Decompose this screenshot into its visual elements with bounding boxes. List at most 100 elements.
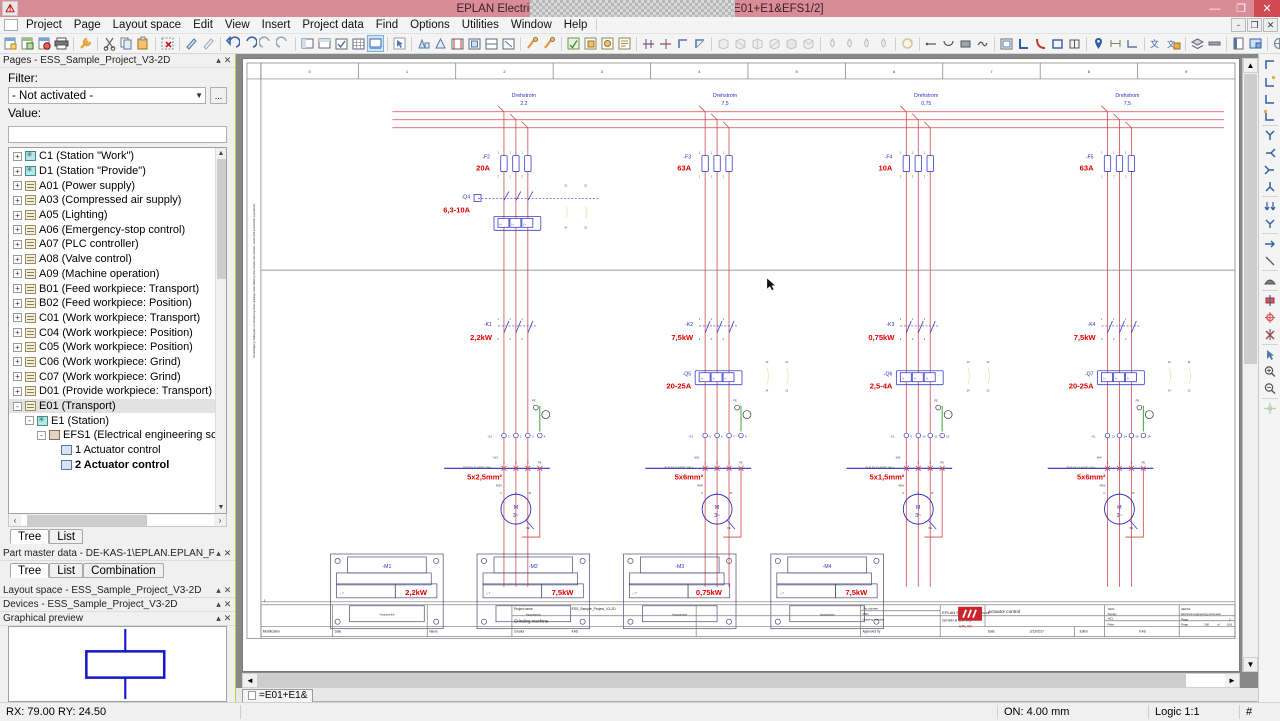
tab-pages-tree[interactable]: Tree — [10, 529, 49, 544]
clear-format-icon[interactable] — [200, 35, 217, 52]
translate-icon[interactable]: 文 — [1148, 35, 1165, 52]
tree-item[interactable]: +D1 (Station "Provide") — [9, 164, 215, 179]
tree-item[interactable]: +C07 (Work workpiece: Grind) — [9, 369, 215, 384]
scroll-down-icon[interactable]: ▼ — [216, 502, 226, 513]
shield-terminal-icon[interactable] — [1260, 272, 1279, 289]
page-macro-icon[interactable] — [316, 35, 333, 52]
cut-icon[interactable] — [101, 35, 118, 52]
scroll-up-icon[interactable]: ▲ — [216, 148, 226, 159]
doc-close-button[interactable]: ✕ — [1263, 18, 1278, 32]
redo-icon[interactable] — [258, 35, 275, 52]
align-icon[interactable] — [640, 35, 657, 52]
zoom-in-icon[interactable] — [1260, 363, 1279, 380]
arrow-split-icon[interactable] — [1260, 215, 1279, 232]
document-window-controls[interactable]: - ❐ ✕ — [1231, 18, 1278, 32]
grid-table-icon[interactable] — [350, 35, 367, 52]
arc-icon[interactable] — [940, 35, 957, 52]
menu-utilities[interactable]: Utilities — [456, 18, 505, 32]
menu-edit[interactable]: Edit — [187, 18, 219, 32]
tree-expander-icon[interactable]: + — [13, 269, 22, 278]
devices-panel-header[interactable]: Devices - ESS_Sample_Project_V3-2D ▴ ✕ — [0, 598, 235, 612]
close-button[interactable]: ✕ — [1254, 0, 1280, 17]
document-tab[interactable]: =E01+E1& — [242, 689, 313, 702]
cable-navigator-icon[interactable] — [449, 35, 466, 52]
tree-item[interactable]: +C1 (Station "Work") — [9, 149, 215, 164]
redo-history-icon[interactable] — [275, 35, 292, 52]
menu-page[interactable]: Page — [68, 18, 107, 32]
report-generate-icon[interactable] — [565, 35, 582, 52]
corner-up-left-icon[interactable] — [1260, 90, 1279, 107]
zoom-out-icon[interactable] — [1260, 380, 1279, 397]
maximize-button[interactable]: ❐ — [1228, 0, 1254, 17]
lamp-2-icon[interactable] — [841, 35, 858, 52]
tree-expander-icon[interactable]: + — [13, 357, 22, 366]
format-painter-icon[interactable] — [183, 35, 200, 52]
tree-expander-icon[interactable]: + — [13, 313, 22, 322]
help-circle-icon[interactable] — [1271, 35, 1280, 52]
tree-item[interactable]: +A01 (Power supply) — [9, 178, 215, 193]
plc-navigator-icon[interactable] — [466, 35, 483, 52]
graphical-preview-canvas[interactable] — [8, 626, 227, 702]
schematic-canvas[interactable]: 0123456789 Vervielfältigung, Weitergabe … — [242, 58, 1240, 672]
hscroll-drawing-track[interactable] — [257, 674, 1225, 687]
tree-item[interactable]: +A06 (Emergency-stop control) — [9, 222, 215, 237]
menu-help[interactable]: Help — [558, 18, 594, 32]
check-icon[interactable] — [333, 35, 350, 52]
menu-view[interactable]: View — [219, 18, 256, 32]
hscroll-left-arrow-icon[interactable]: ◄ — [243, 676, 257, 685]
tree-expander-icon[interactable]: + — [13, 196, 22, 205]
square-outline-icon[interactable] — [1049, 35, 1066, 52]
menu-project-data[interactable]: Project data — [296, 18, 369, 32]
corner-angle-icon[interactable] — [1260, 107, 1279, 124]
delete-connection-icon[interactable] — [1260, 326, 1279, 343]
translate-settings-icon[interactable]: 文 — [1165, 35, 1182, 52]
layout-space-close-icon[interactable]: ✕ — [223, 585, 232, 596]
corner-up-right-icon[interactable] — [1260, 56, 1279, 73]
tree-item[interactable]: +C05 (Work workpiece: Position) — [9, 340, 215, 355]
tree-item[interactable]: +A05 (Lighting) — [9, 208, 215, 223]
tree-item[interactable]: +A07 (PLC controller) — [9, 237, 215, 252]
doc-minimize-button[interactable]: - — [1231, 18, 1246, 32]
layout-space-panel-header[interactable]: Layout space - ESS_Sample_Project_V3-2D … — [0, 584, 235, 598]
layout-space-pin-icon[interactable]: ▴ — [214, 585, 223, 596]
tree-item[interactable]: +A03 (Compressed air supply) — [9, 193, 215, 208]
tree-expander-icon[interactable]: - — [13, 402, 22, 411]
menu-layout-space[interactable]: Layout space — [107, 18, 187, 32]
hscroll-left-icon[interactable]: ‹ — [9, 516, 21, 525]
menu-insert[interactable]: Insert — [256, 18, 297, 32]
tee-right-icon[interactable] — [1260, 161, 1279, 178]
pages-tree[interactable]: +C1 (Station "Work")+D1 (Station "Provid… — [8, 147, 227, 514]
tab-part-list[interactable]: List — [49, 563, 83, 578]
hscroll-right-arrow-icon[interactable]: ► — [1225, 676, 1239, 685]
tree-expander-icon[interactable]: - — [25, 416, 34, 425]
drawing-horizontal-scrollbar[interactable]: ◄ ► — [242, 673, 1240, 688]
print-icon[interactable] — [53, 35, 70, 52]
pointer-connect-icon[interactable] — [1260, 346, 1279, 363]
spline-icon[interactable] — [974, 35, 991, 52]
tree-item[interactable]: -EFS1 (Electrical engineering sch — [9, 428, 215, 443]
interruption-point-icon[interactable] — [483, 35, 500, 52]
display-mode-icon[interactable] — [367, 35, 384, 52]
tab-part-tree[interactable]: Tree — [10, 563, 49, 578]
devices-pin-icon[interactable]: ▴ — [214, 599, 223, 610]
tree-item[interactable]: +C01 (Work workpiece: Transport) — [9, 311, 215, 326]
copy-icon[interactable] — [118, 35, 135, 52]
tee-down-icon[interactable] — [1260, 178, 1279, 195]
connection-update-icon[interactable] — [541, 35, 558, 52]
hscroll-track[interactable] — [21, 515, 214, 526]
connection-point-icon[interactable] — [1260, 235, 1279, 252]
tree-expander-icon[interactable]: + — [13, 328, 22, 337]
tree-expander-icon[interactable]: + — [13, 225, 22, 234]
corner-curve-icon[interactable] — [1032, 35, 1049, 52]
part-master-close-icon[interactable]: ✕ — [223, 548, 232, 559]
corner-diagonal-icon[interactable] — [691, 35, 708, 52]
corner-l-icon[interactable] — [1015, 35, 1032, 52]
horizontal-bar-icon[interactable] — [1206, 35, 1223, 52]
new-page-icon[interactable] — [2, 35, 19, 52]
value-input[interactable] — [8, 126, 227, 143]
tree-expander-icon[interactable]: + — [13, 372, 22, 381]
3d-view-6-icon[interactable] — [800, 35, 817, 52]
measure-icon[interactable] — [1107, 35, 1124, 52]
vscroll-up-icon[interactable]: ▲ — [1243, 58, 1258, 73]
hscroll-right-icon[interactable]: › — [214, 516, 226, 525]
